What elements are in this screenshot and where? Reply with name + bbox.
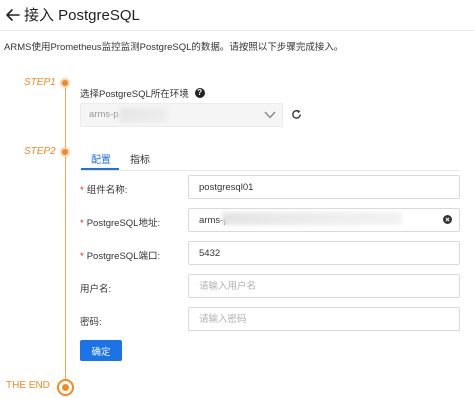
tab-metrics[interactable]: 指标 [130, 151, 150, 166]
component-name-label: * 组件名称: [80, 182, 127, 196]
environment-label-text: 选择PostgreSQL所在环境 [80, 89, 189, 100]
page-title: 接入 PostgreSQL [24, 7, 140, 24]
intro-text: ARMS使用Prometheus监控监测PostgreSQL的数据。请按照以下步… [4, 42, 344, 53]
port-label: * PostgreSQL端口: [80, 248, 160, 262]
username-label: 用户名: [80, 284, 112, 295]
step1-dot [60, 78, 70, 88]
step2-dot [60, 147, 70, 157]
component-name-label-text: 组件名称: [86, 185, 128, 196]
clear-icon[interactable] [443, 215, 452, 224]
page-header: 接入 PostgreSQL [0, 0, 474, 32]
redacted-address [222, 212, 402, 225]
refresh-icon[interactable] [291, 109, 302, 120]
back-arrow-icon[interactable] [4, 6, 22, 24]
end-label: THE END [6, 380, 50, 391]
username-input[interactable] [188, 274, 460, 298]
redacted-value [119, 108, 167, 122]
timeline-line [65, 84, 66, 380]
environment-select[interactable]: arms-p [80, 103, 283, 127]
port-input[interactable] [188, 241, 460, 265]
help-icon[interactable]: ? [194, 88, 205, 98]
address-label: * PostgreSQL地址: [80, 215, 160, 229]
step2-label: STEP2 [24, 146, 56, 157]
confirm-button[interactable]: 确定 [80, 340, 122, 361]
chevron-down-icon [264, 111, 276, 119]
address-label-text: PostgreSQL地址: [86, 218, 161, 229]
password-input[interactable] [188, 307, 460, 331]
port-label-text: PostgreSQL端口: [86, 251, 161, 262]
end-dot [57, 379, 74, 396]
required-mark: * [80, 218, 84, 229]
password-label: 密码: [80, 317, 102, 328]
required-mark: * [80, 251, 84, 262]
component-name-input[interactable] [188, 175, 460, 199]
environment-label: 选择PostgreSQL所在环境 ? [80, 86, 205, 100]
step1-label: STEP1 [24, 77, 56, 88]
header-divider [0, 30, 474, 31]
environment-select-value: arms-p [89, 109, 119, 120]
tab-config[interactable]: 配置 [91, 151, 111, 166]
tabs-divider [80, 170, 460, 171]
required-mark: * [80, 185, 84, 196]
